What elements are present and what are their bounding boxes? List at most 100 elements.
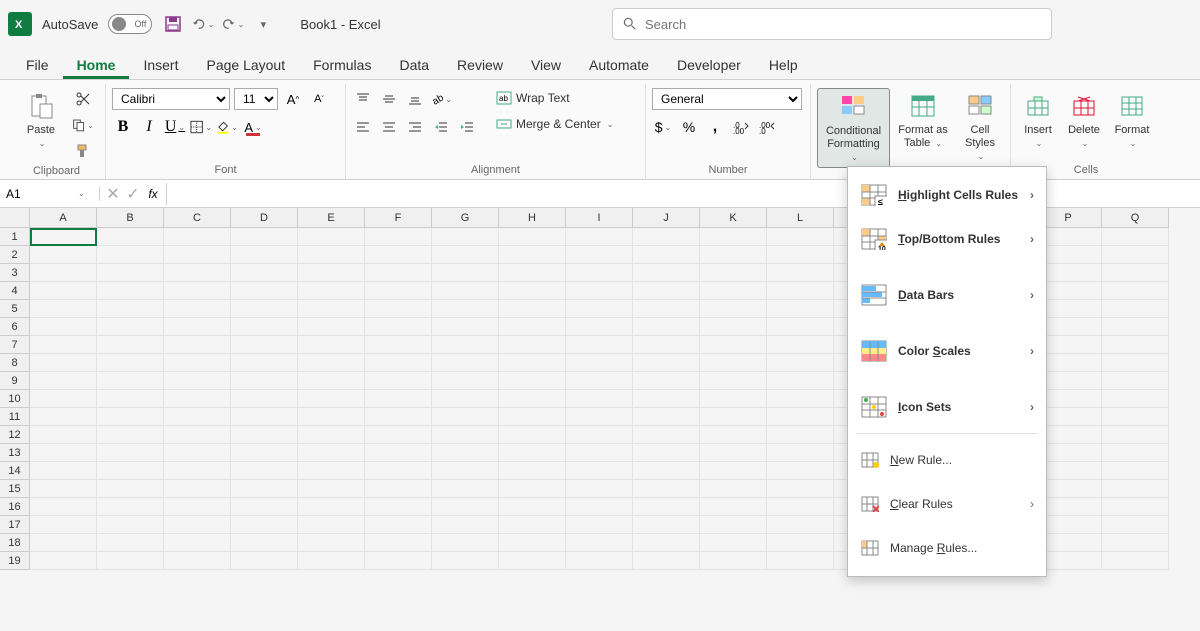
merge-center-button[interactable]: Merge & Center⌄: [490, 114, 619, 134]
tab-file[interactable]: File: [12, 51, 63, 79]
column-header[interactable]: L: [767, 208, 834, 228]
cell[interactable]: [432, 426, 499, 444]
row-header[interactable]: 10: [0, 390, 30, 408]
cf-highlight-cells-rules[interactable]: ≤ HHighlight Cells Rulesighlight Cells R…: [848, 173, 1046, 217]
cell[interactable]: [231, 300, 298, 318]
cell[interactable]: [231, 444, 298, 462]
cell[interactable]: [298, 516, 365, 534]
cell[interactable]: [700, 336, 767, 354]
cell[interactable]: [164, 264, 231, 282]
cell[interactable]: [700, 264, 767, 282]
cell[interactable]: [164, 408, 231, 426]
row-header[interactable]: 15: [0, 480, 30, 498]
cell[interactable]: [30, 354, 97, 372]
cell[interactable]: [566, 228, 633, 246]
cell[interactable]: [432, 318, 499, 336]
cell[interactable]: [566, 354, 633, 372]
cell[interactable]: [30, 534, 97, 552]
cell[interactable]: [432, 534, 499, 552]
cell[interactable]: [499, 426, 566, 444]
cell[interactable]: [231, 336, 298, 354]
tab-review[interactable]: Review: [443, 51, 517, 79]
cell[interactable]: [499, 228, 566, 246]
cell[interactable]: [231, 318, 298, 336]
cell[interactable]: [298, 390, 365, 408]
cell[interactable]: [566, 444, 633, 462]
cell[interactable]: [1102, 336, 1169, 354]
conditional-formatting-button[interactable]: Conditional Formatting ⌄: [817, 88, 890, 168]
cell[interactable]: [231, 282, 298, 300]
cell[interactable]: [231, 246, 298, 264]
cf-icon-sets[interactable]: Icon Sets ›: [848, 385, 1046, 429]
column-header[interactable]: J: [633, 208, 700, 228]
row-header[interactable]: 2: [0, 246, 30, 264]
cell[interactable]: [30, 390, 97, 408]
cell[interactable]: [298, 462, 365, 480]
wrap-text-button[interactable]: abWrap Text: [490, 88, 619, 108]
cell[interactable]: [30, 444, 97, 462]
paste-button[interactable]: Paste ⌄: [14, 88, 68, 150]
cell[interactable]: [1102, 372, 1169, 390]
tab-formulas[interactable]: Formulas: [299, 51, 385, 79]
cell[interactable]: [231, 390, 298, 408]
cell[interactable]: [1102, 264, 1169, 282]
cell[interactable]: [499, 498, 566, 516]
cell[interactable]: [767, 444, 834, 462]
cell[interactable]: [700, 282, 767, 300]
cell[interactable]: [365, 408, 432, 426]
cell[interactable]: [298, 264, 365, 282]
cell[interactable]: [30, 318, 97, 336]
cell[interactable]: [432, 300, 499, 318]
cell[interactable]: [298, 336, 365, 354]
cell[interactable]: [432, 516, 499, 534]
cell[interactable]: [633, 552, 700, 570]
underline-button[interactable]: U⌄: [164, 116, 186, 138]
cell[interactable]: [365, 246, 432, 264]
cell[interactable]: [298, 444, 365, 462]
cell[interactable]: [499, 264, 566, 282]
cell[interactable]: [566, 552, 633, 570]
cell[interactable]: [566, 426, 633, 444]
cell[interactable]: [1102, 408, 1169, 426]
cell[interactable]: [365, 264, 432, 282]
cell[interactable]: [700, 390, 767, 408]
cell[interactable]: [164, 336, 231, 354]
decrease-indent-button[interactable]: [430, 116, 452, 138]
cell[interactable]: [164, 372, 231, 390]
cell[interactable]: [432, 552, 499, 570]
cell[interactable]: [298, 246, 365, 264]
cell[interactable]: [767, 390, 834, 408]
cell[interactable]: [432, 264, 499, 282]
cell[interactable]: [566, 534, 633, 552]
cell[interactable]: [633, 354, 700, 372]
row-header[interactable]: 4: [0, 282, 30, 300]
cell[interactable]: [499, 372, 566, 390]
cell[interactable]: [767, 426, 834, 444]
cell[interactable]: [700, 462, 767, 480]
cell[interactable]: [30, 480, 97, 498]
name-box[interactable]: ⌄: [0, 187, 100, 201]
cell[interactable]: [633, 480, 700, 498]
cell[interactable]: [1102, 426, 1169, 444]
cell[interactable]: [1102, 228, 1169, 246]
bold-button[interactable]: B: [112, 116, 134, 138]
cell[interactable]: [566, 264, 633, 282]
cell[interactable]: [499, 336, 566, 354]
column-header[interactable]: C: [164, 208, 231, 228]
cell[interactable]: [432, 498, 499, 516]
cell[interactable]: [164, 354, 231, 372]
cell[interactable]: [1102, 516, 1169, 534]
cell[interactable]: [499, 246, 566, 264]
cf-clear-rules[interactable]: Clear Rules ›: [848, 482, 1046, 526]
cell[interactable]: [97, 462, 164, 480]
cell[interactable]: [700, 516, 767, 534]
column-header[interactable]: H: [499, 208, 566, 228]
column-header[interactable]: E: [298, 208, 365, 228]
format-painter-button[interactable]: [72, 140, 94, 162]
cell[interactable]: [566, 462, 633, 480]
cell[interactable]: [30, 372, 97, 390]
cell[interactable]: [365, 336, 432, 354]
format-as-table-button[interactable]: Format as Table ⌄: [894, 88, 952, 152]
cell[interactable]: [298, 534, 365, 552]
cell[interactable]: [164, 480, 231, 498]
